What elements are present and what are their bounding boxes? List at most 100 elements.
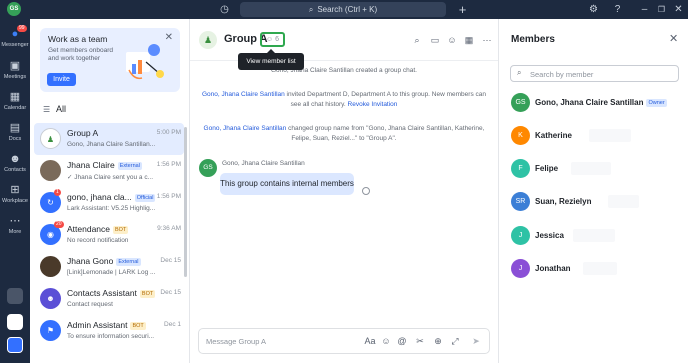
search-icon: ⌕ [308, 5, 314, 14]
chat-filter-all[interactable]: ☰ All [43, 104, 66, 114]
member-row[interactable]: GS Gono, Jhana Claire Santillan Owner [511, 93, 681, 113]
avatar: SR [511, 192, 530, 211]
video-call-icon[interactable]: ▭ [429, 34, 441, 46]
member-count-button[interactable]: ☺ 6 [260, 32, 285, 47]
message-composer[interactable]: Message Group A Aa ☺ @ ✂ ⊕ ⤢ ➤ [198, 328, 490, 354]
external-tag: External [117, 162, 142, 170]
chat-item-group-a[interactable]: ♟ Group A 5:00 PM Gono, Jhana Claire San… [34, 123, 184, 155]
search-icon[interactable]: ⌕ [411, 34, 423, 46]
more-apps-icon[interactable] [7, 288, 23, 304]
expand-icon[interactable]: ⤢ [449, 335, 461, 347]
calendar-icon[interactable]: ▦ [463, 34, 475, 46]
team-promo-card: Work as a team Get members onboard and w… [40, 28, 180, 92]
app-sidebar: ● 99 Messenger ▣ Meetings ▦ Calendar ▤ D… [0, 19, 30, 363]
add-member-icon[interactable]: ☺ [446, 34, 458, 46]
bot-tag: BOT [113, 226, 129, 234]
message-bubble[interactable]: This group contains internal members [220, 173, 354, 195]
admin-assistant-icon: ⚑ [40, 320, 61, 341]
rail-item-meetings[interactable]: ▣ Meetings [0, 60, 30, 80]
settings-panel-icon[interactable]: ⚙ [587, 3, 600, 16]
official-tag: Official [134, 194, 156, 202]
chat-header: ♟ Group A ☺ 6 View member list ⌕ ▭ ☺ ▦ ⋯ [190, 19, 498, 70]
help-icon[interactable]: ? [611, 3, 624, 16]
rail-item-calendar[interactable]: ▦ Calendar [0, 91, 30, 111]
team-illustration-icon [126, 44, 164, 80]
calendar-icon: ▦ [9, 91, 21, 103]
mention-icon[interactable]: @ [396, 335, 408, 347]
redacted-block [573, 229, 615, 242]
owner-badge: Owner [646, 99, 667, 107]
chat-item-attendance[interactable]: ◉ 20 Attendance BOT 9:36 AM No record not… [34, 219, 184, 251]
add-attachment-icon[interactable]: ⊕ [432, 335, 444, 347]
minimize-icon[interactable]: – [638, 3, 651, 16]
unread-badge: 20 [54, 221, 64, 228]
member-row[interactable]: J Jessica [511, 226, 681, 246]
more-icon: ⋯ [9, 215, 21, 227]
member-search-input[interactable]: ⌕ Search by member [510, 65, 679, 82]
avatar [40, 160, 61, 181]
account-avatar[interactable] [7, 337, 23, 353]
invite-button[interactable]: Invite [47, 73, 76, 86]
redacted-block [608, 195, 639, 208]
chat-item-admin-assistant[interactable]: ⚑ Admin Assistant BOT Dec 1 To ensure inf… [34, 315, 184, 347]
sender-avatar[interactable]: GS [199, 159, 217, 177]
unread-badge: 99 [17, 25, 27, 32]
avatar: K [511, 126, 530, 145]
bot-tag: BOT [130, 322, 146, 330]
close-window-icon[interactable]: ✕ [672, 3, 685, 16]
emoji-icon[interactable]: ☺ [380, 335, 392, 347]
system-message-invited: Gono, Jhana Claire Santillan invited Dep… [202, 91, 486, 108]
avatar: J [511, 226, 530, 245]
rail-item-more[interactable]: ⋯ More [0, 215, 30, 235]
screenshot-icon[interactable]: ✂ [414, 335, 426, 347]
system-message-renamed: Gono, Jhana Claire Santillan changed gro… [203, 125, 485, 142]
more-options-icon[interactable]: ⋯ [481, 34, 493, 46]
global-search-bar[interactable]: ⌕ Search (Ctrl + K) [240, 2, 446, 17]
members-panel: Members ✕ ⌕ Search by member GS Gono, Jh… [498, 19, 688, 363]
member-row[interactable]: J Jonathan [511, 259, 681, 279]
rail-item-contacts[interactable]: ☻ Contacts [0, 153, 30, 173]
members-title: Members [511, 34, 555, 45]
redacted-block [589, 129, 631, 142]
text-format-icon[interactable]: Aa [364, 335, 376, 347]
top-bar: GS ◷ ⌕ Search (Ctrl + K) + ⚙ ? – ❐ ✕ [0, 0, 688, 19]
close-icon[interactable]: ✕ [669, 32, 678, 45]
message-input[interactable]: Message Group A [206, 337, 266, 346]
member-row[interactable]: F Felipe [511, 159, 681, 179]
chat-panel: ♟ Group A ☺ 6 View member list ⌕ ▭ ☺ ▦ ⋯… [190, 19, 498, 363]
redacted-block [571, 162, 611, 175]
restore-icon[interactable]: ❐ [655, 3, 668, 16]
avatar: GS [511, 93, 530, 112]
contacts-icon: ☻ [9, 153, 21, 165]
member-list-tooltip: View member list [238, 49, 304, 70]
rail-item-messenger[interactable]: ● 99 Messenger [0, 25, 30, 48]
avatar: J [511, 259, 530, 278]
revoke-invitation-link[interactable]: Revoke Invitation [348, 101, 398, 108]
chat-item-lark-assistant[interactable]: ↻ 1 gono, jhana cla... Official 1:56 PM L… [34, 187, 184, 219]
filter-icon: ☰ [43, 105, 51, 114]
grid-icon: ⊞ [10, 184, 20, 196]
rail-item-workplace[interactable]: ⊞ Workplace [0, 184, 30, 204]
chat-item-jhana-gono[interactable]: Jhana Gono External Dec 15 [Link]Lemonade… [34, 251, 184, 283]
chat-item-contacts-assistant[interactable]: ☻ Contacts Assistant BOT Dec 15 Contact r… [34, 283, 184, 315]
history-icon[interactable]: ◷ [218, 3, 231, 16]
rail-item-docs[interactable]: ▤ Docs [0, 122, 30, 142]
read-status-icon [362, 187, 370, 195]
contacts-assistant-icon: ☻ [40, 288, 61, 309]
members-icon: ☺ [265, 36, 274, 43]
avatar: F [511, 159, 530, 178]
chat-list-scrollbar[interactable] [184, 127, 187, 277]
group-icon: ♟ [199, 31, 217, 49]
search-icon: ⌕ [517, 68, 522, 77]
video-icon: ▣ [9, 60, 21, 72]
group-icon: ♟ [40, 128, 61, 149]
user-avatar[interactable]: GS [7, 2, 21, 16]
redacted-block [583, 262, 617, 275]
workspace-logo-icon[interactable] [7, 314, 23, 330]
chat-item-jhana-claire[interactable]: Jhana Claire External 1:56 PM ✓ Jhana Cla… [34, 155, 184, 187]
plus-icon[interactable]: + [456, 3, 469, 16]
avatar [40, 256, 61, 277]
send-icon[interactable]: ➤ [470, 335, 482, 347]
member-row[interactable]: SR Suan, Rezielyn [511, 192, 681, 212]
member-row[interactable]: K Katherine [511, 126, 681, 146]
